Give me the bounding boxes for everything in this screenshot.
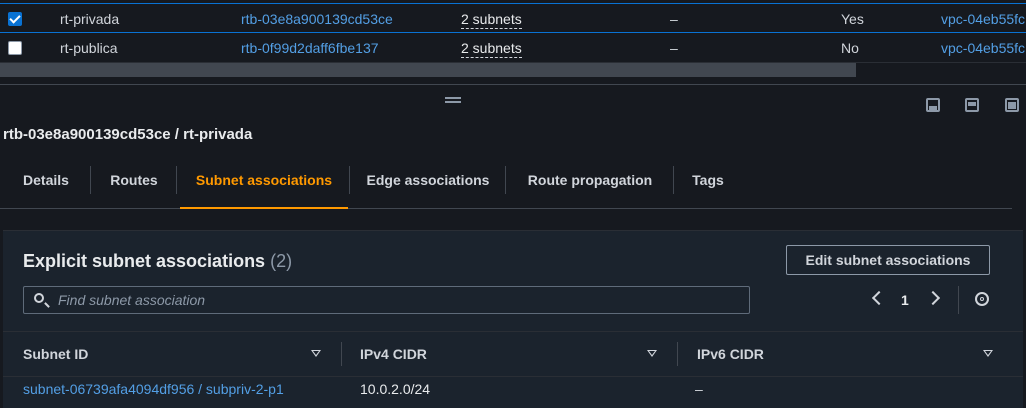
- section-title-text: Explicit subnet associations: [23, 251, 266, 271]
- tab-divider: [505, 166, 506, 194]
- panel-title: rtb-03e8a900139cd53ce / rt-privada: [3, 126, 253, 143]
- scrollbar-track: [856, 63, 1026, 77]
- chevron-right-icon[interactable]: [925, 290, 941, 306]
- tabs-divider: [0, 208, 1012, 209]
- column-divider[interactable]: [677, 342, 678, 366]
- row-checkbox[interactable]: [8, 41, 22, 55]
- column-header-subnet-id[interactable]: Subnet ID: [23, 346, 88, 362]
- section-title: Explicit subnet associations (2): [23, 251, 292, 272]
- column-header-ipv4-cidr[interactable]: IPv4 CIDR: [360, 346, 427, 362]
- horizontal-scrollbar[interactable]: [0, 63, 856, 77]
- tab-divider: [176, 166, 177, 194]
- vpc-id-link[interactable]: vpc-04eb55fc: [941, 11, 1025, 27]
- table-row: subnet-06739afa4094df956 / subpriv-2-p1 …: [3, 376, 1023, 408]
- subnet-count[interactable]: 2 subnets: [461, 40, 522, 58]
- resize-handle-icon[interactable]: [445, 97, 461, 103]
- route-table-id-link[interactable]: rtb-03e8a900139cd53ce: [241, 11, 393, 27]
- vpc-id-link[interactable]: vpc-04eb55fc: [941, 40, 1025, 56]
- tab-edge-associations[interactable]: Edge associations: [358, 160, 498, 200]
- gear-icon[interactable]: [975, 292, 989, 306]
- tab-divider: [349, 166, 350, 194]
- edit-subnet-associations-button[interactable]: Edit subnet associations: [786, 245, 990, 275]
- panel-position-side-icon[interactable]: [965, 98, 979, 112]
- tab-subnet-associations[interactable]: Subnet associations: [180, 160, 348, 200]
- sort-icon[interactable]: [311, 350, 321, 357]
- section-count: (2): [270, 251, 293, 271]
- subnet-count[interactable]: 2 subnets: [461, 11, 522, 29]
- tab-divider: [90, 166, 91, 194]
- tab-bar: Details Routes Subnet associations Edge …: [0, 160, 1026, 210]
- tab-route-propagation[interactable]: Route propagation: [515, 160, 665, 200]
- pager-divider: [958, 286, 959, 314]
- edge-associations: –: [670, 11, 678, 27]
- column-divider[interactable]: [341, 342, 342, 366]
- tab-routes[interactable]: Routes: [98, 160, 170, 200]
- search-placeholder: Find subnet association: [58, 292, 206, 308]
- route-table-name: rt-publica: [60, 40, 118, 56]
- panel-minimize-icon[interactable]: [1005, 98, 1019, 112]
- subnet-associations-container: Explicit subnet associations (2) Edit su…: [3, 230, 1023, 408]
- route-tables-list: rt-privada rtb-03e8a900139cd53ce 2 subne…: [0, 0, 1026, 80]
- chevron-left-icon[interactable]: [871, 290, 887, 306]
- search-input[interactable]: Find subnet association: [23, 286, 750, 314]
- column-header-ipv6-cidr[interactable]: IPv6 CIDR: [697, 346, 764, 362]
- split-panel-divider: [0, 84, 1026, 85]
- tab-tags[interactable]: Tags: [682, 160, 734, 200]
- table-row[interactable]: rt-publica rtb-0f99d2daff6fbe137 2 subne…: [0, 33, 1026, 63]
- ipv4-cidr: 10.0.2.0/24: [360, 381, 431, 397]
- page-number[interactable]: 1: [901, 292, 909, 308]
- tab-divider: [673, 166, 674, 194]
- route-table-id-link[interactable]: rtb-0f99d2daff6fbe137: [241, 40, 379, 56]
- table-header: Subnet ID IPv4 CIDR IPv6 CIDR: [3, 331, 1023, 377]
- ipv6-cidr: –: [695, 381, 703, 397]
- sort-icon[interactable]: [983, 350, 993, 357]
- subnet-id-link[interactable]: subnet-06739afa4094df956 / subpriv-2-p1: [23, 381, 284, 397]
- panel-position-bottom-icon[interactable]: [926, 98, 940, 112]
- main-flag: No: [841, 40, 859, 56]
- sort-icon[interactable]: [647, 350, 657, 357]
- search-icon: [34, 293, 44, 303]
- active-tab-indicator: [180, 207, 348, 209]
- table-row[interactable]: rt-privada rtb-03e8a900139cd53ce 2 subne…: [0, 3, 1026, 33]
- row-checkbox[interactable]: [8, 12, 22, 26]
- edge-associations: –: [670, 40, 678, 56]
- route-table-name: rt-privada: [60, 11, 120, 27]
- main-flag: Yes: [841, 11, 864, 27]
- tab-details[interactable]: Details: [10, 160, 82, 200]
